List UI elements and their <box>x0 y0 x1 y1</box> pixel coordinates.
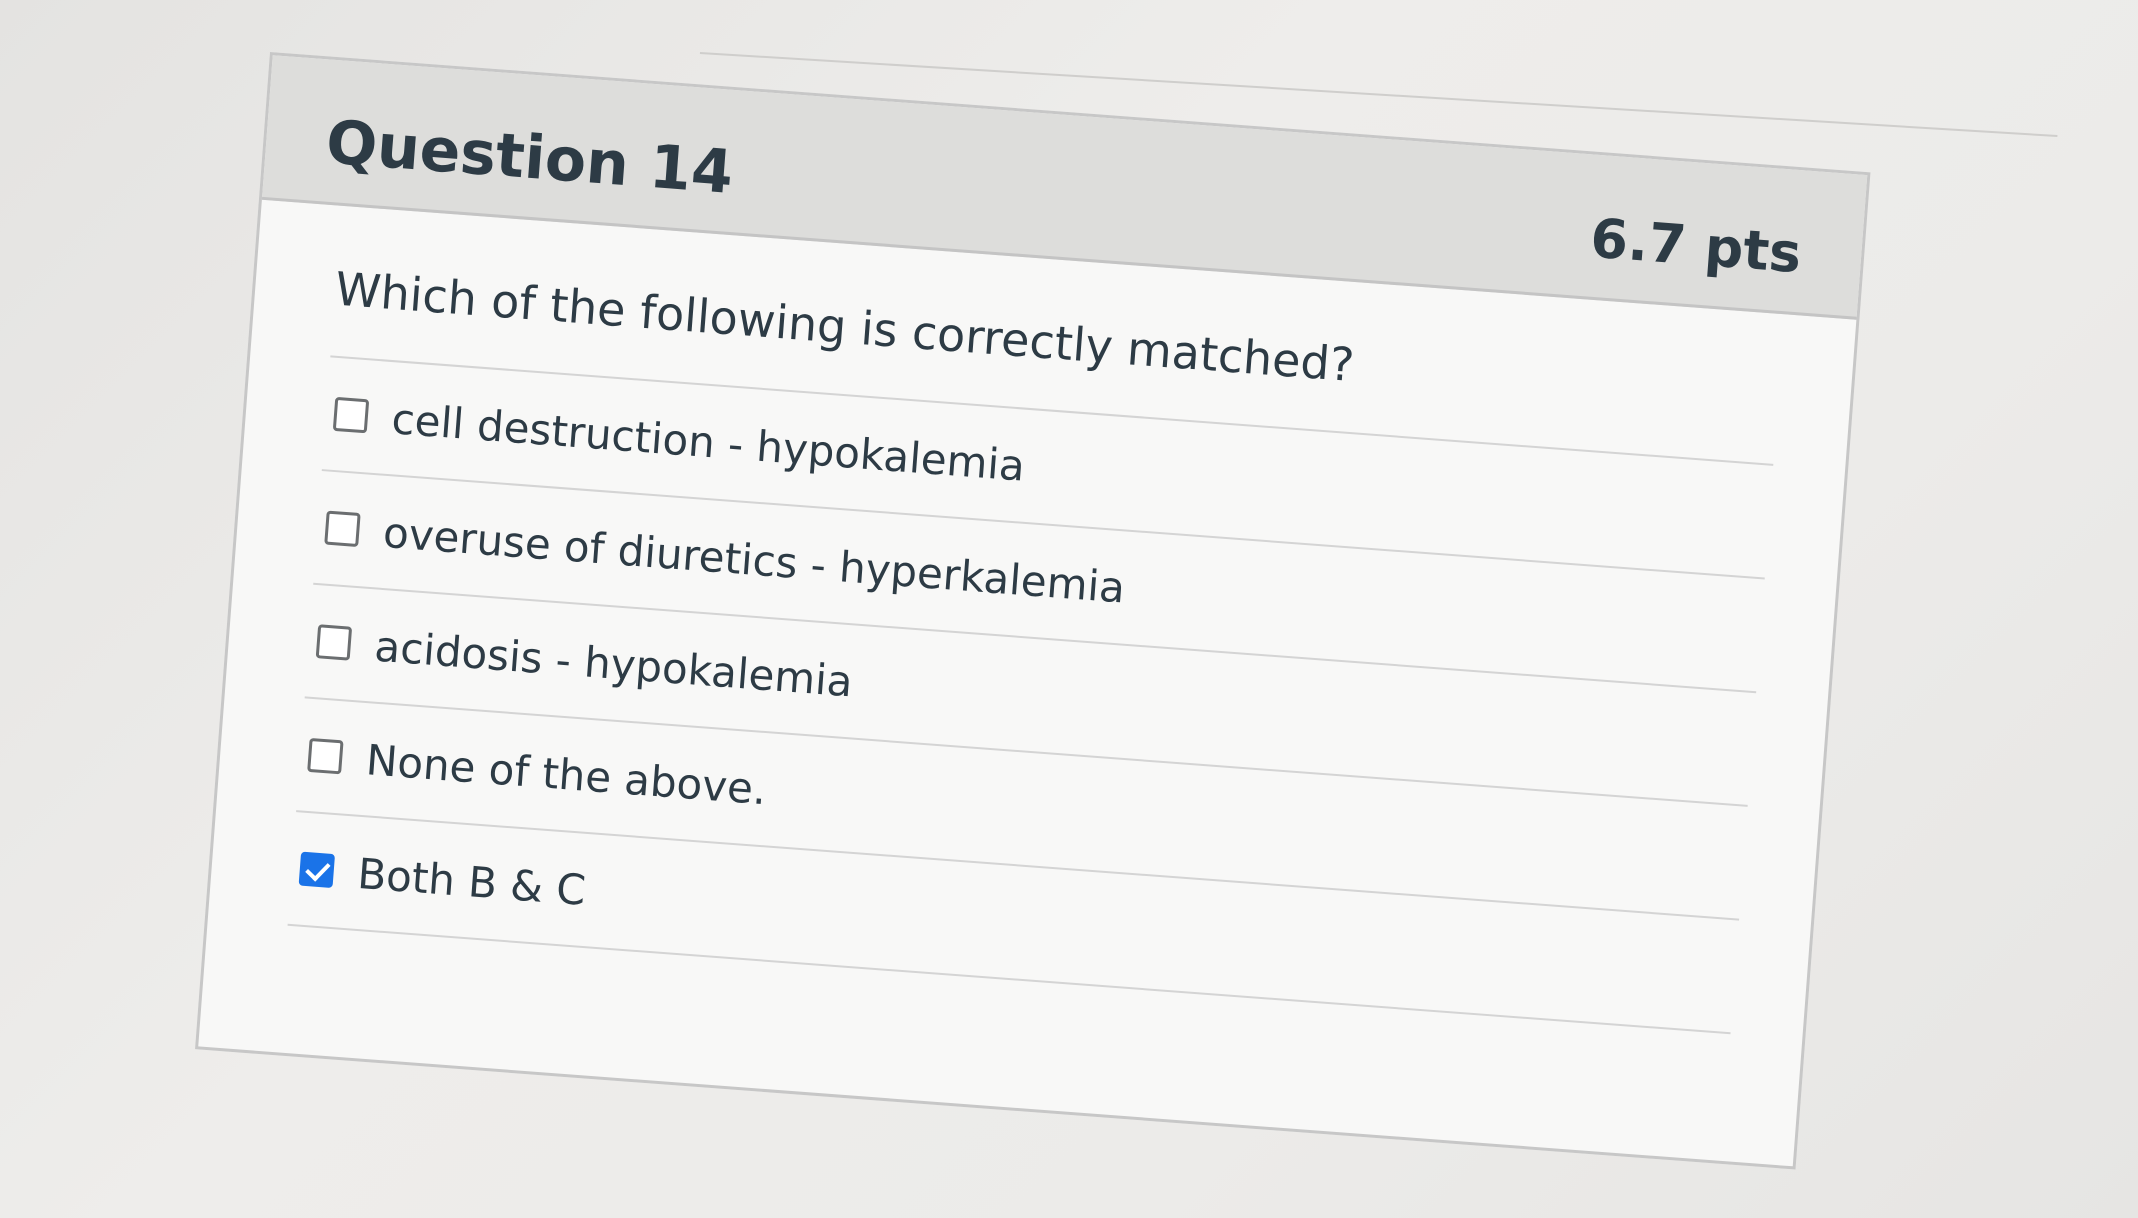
checkbox[interactable] <box>332 396 370 434</box>
answer-label: cell destruction - hypokalemia <box>390 393 1027 491</box>
question-title: Question 14 <box>323 107 736 208</box>
answer-list: cell destruction - hypokalemia overuse o… <box>287 355 1774 1035</box>
checkbox[interactable] <box>315 624 353 661</box>
question-card: Question 14 6.7 pts Which of the followi… <box>195 52 1871 1170</box>
answer-label: acidosis - hypokalemia <box>372 621 855 706</box>
checkbox-checked[interactable] <box>298 851 336 889</box>
checkbox[interactable] <box>307 737 344 775</box>
checkmark-icon <box>305 856 331 882</box>
screen: Question 14 6.7 pts Which of the followi… <box>0 0 2138 1218</box>
checkbox[interactable] <box>324 510 361 548</box>
answer-label: Both B & C <box>355 848 588 915</box>
question-points: 6.7 pts <box>1588 206 1804 286</box>
answer-label: None of the above. <box>364 734 769 814</box>
question-body: Which of the following is correctly matc… <box>208 200 1857 1040</box>
